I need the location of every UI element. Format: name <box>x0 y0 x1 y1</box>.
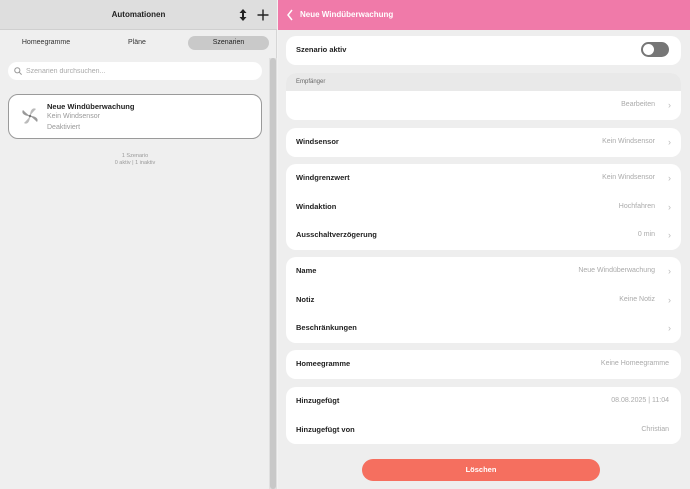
recipients-edit-value: Bearbeiten <box>621 101 655 108</box>
off-delay-value: 0 min <box>637 231 655 238</box>
wind-action-label: Windaktion <box>296 201 337 211</box>
wind-settings-group: Windgrenzwert Kein Windsensor › Windakti… <box>286 164 681 250</box>
active-label: Szenario aktiv <box>296 45 347 54</box>
added-by-value: Christian <box>641 425 669 433</box>
automation-tabs: Homeegramme Pläne Szenarien <box>0 30 277 56</box>
recipients-header-label: Empfänger <box>296 79 326 85</box>
recipients-header: Empfänger <box>286 73 681 91</box>
wind-action-row[interactable]: Windaktion Hochfahren › <box>286 193 681 222</box>
off-delay-label: Ausschaltverzögerung <box>296 230 377 239</box>
restrictions-label: Beschränkungen <box>296 323 357 332</box>
homeegramme-value: Keine Homeegramme <box>600 360 669 367</box>
added-group: Hinzugefügt 08.08.2025 | 11:04 Hinzugefü… <box>286 387 681 444</box>
active-group: Szenario aktiv <box>286 36 681 65</box>
scenario-card[interactable]: Neue Windüberwachung Kein Windsensor Dea… <box>8 94 262 139</box>
tab-szenarien[interactable]: Szenarien <box>188 36 269 50</box>
scenario-detail-pane: Neue Windüberwachung Szenario aktiv Empf… <box>278 0 690 489</box>
name-row[interactable]: Name Neue Windüberwachung › <box>286 257 681 286</box>
recipients-edit-row[interactable]: Bearbeiten › <box>286 91 681 120</box>
wind-limit-value: Kein Windsensor <box>602 174 655 181</box>
sort-icon[interactable] <box>235 7 251 23</box>
active-toggle[interactable] <box>641 42 669 57</box>
tab-plaene[interactable]: Pläne <box>100 36 174 50</box>
back-chevron-icon[interactable] <box>286 8 298 22</box>
homeegramme-row: Homeegramme Keine Homeegramme <box>286 350 681 379</box>
scenario-card-title: Neue Windüberwachung <box>47 102 135 111</box>
chevron-right-icon: › <box>668 323 671 333</box>
scenario-card-sensor: Kein Windsensor <box>47 113 100 120</box>
chevron-right-icon: › <box>668 100 671 110</box>
search-icon <box>14 62 22 80</box>
wind-action-value: Hochfahren <box>618 202 655 210</box>
note-label: Notiz <box>296 294 315 304</box>
chevron-right-icon: › <box>668 266 671 276</box>
chevron-right-icon: › <box>668 230 671 240</box>
windsensor-label: Windsensor <box>296 137 339 146</box>
note-value: Keine Notiz <box>619 295 655 303</box>
active-row: Szenario aktiv <box>286 36 681 65</box>
scenario-status-summary: 0 aktiv | 1 inaktiv <box>114 160 156 166</box>
chevron-right-icon: › <box>668 294 671 305</box>
add-icon[interactable] <box>255 7 271 23</box>
homeegramme-group: Homeegramme Keine Homeegramme <box>286 350 681 379</box>
added-at-row: Hinzugefügt 08.08.2025 | 11:04 <box>286 387 681 416</box>
recipients-group: Empfänger Bearbeiten › <box>286 73 681 120</box>
name-value: Neue Windüberwachung <box>578 267 655 274</box>
search-bar[interactable] <box>8 62 262 80</box>
chevron-right-icon: › <box>668 137 671 147</box>
tab-homeegramme[interactable]: Homeegramme <box>10 36 82 50</box>
added-at-label: Hinzugefügt <box>296 396 340 405</box>
meta-group: Name Neue Windüberwachung › Notiz Keine … <box>286 257 681 343</box>
wind-scenario-icon <box>19 105 41 127</box>
added-by-label: Hinzugefügt von <box>296 424 355 434</box>
windsensor-row[interactable]: Windsensor Kein Windsensor › <box>286 128 681 157</box>
note-row[interactable]: Notiz Keine Notiz › <box>286 286 681 315</box>
off-delay-row[interactable]: Ausschaltverzögerung 0 min › <box>286 221 681 250</box>
detail-header: Neue Windüberwachung <box>278 0 690 30</box>
automations-pane: Automationen Homeegramme Pläne Szenarien <box>0 0 277 489</box>
name-label: Name <box>296 266 317 275</box>
windsensor-value: Kein Windsensor <box>602 138 655 145</box>
added-by-row: Hinzugefügt von Christian <box>286 416 681 445</box>
scenario-count: 1 Szenario <box>121 153 149 159</box>
search-input[interactable] <box>26 67 246 75</box>
restrictions-row[interactable]: Beschränkungen › <box>286 314 681 343</box>
homeegramme-label: Homeegramme <box>296 359 351 368</box>
scrollbar-thumb[interactable] <box>270 58 276 489</box>
automations-header: Automationen <box>0 0 277 30</box>
added-at-value: 08.08.2025 | 11:04 <box>611 397 669 404</box>
wind-limit-row[interactable]: Windgrenzwert Kein Windsensor › <box>286 164 681 193</box>
windsensor-group: Windsensor Kein Windsensor › <box>286 128 681 157</box>
delete-button[interactable]: Löschen <box>362 459 600 481</box>
list-scrollbar[interactable] <box>269 58 277 489</box>
chevron-right-icon: › <box>668 201 671 212</box>
toggle-knob <box>643 44 654 55</box>
detail-title: Neue Windüberwachung <box>300 10 394 19</box>
chevron-right-icon: › <box>668 173 671 183</box>
scenario-card-status: Deaktiviert <box>47 124 81 131</box>
wind-limit-label: Windgrenzwert <box>296 173 350 182</box>
